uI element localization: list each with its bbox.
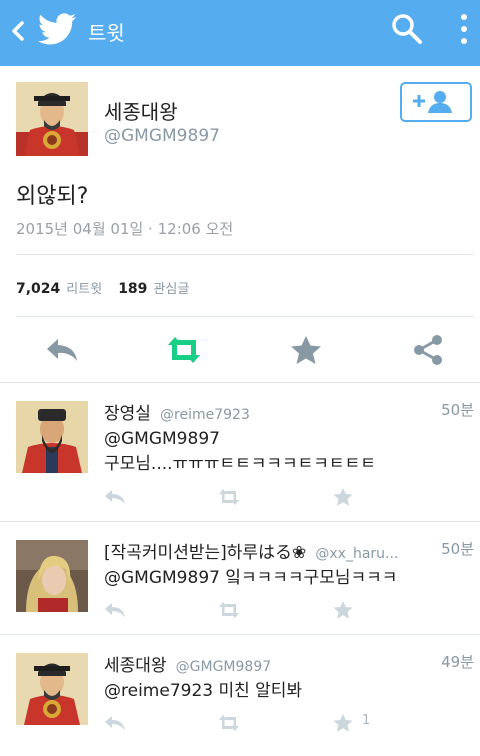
reply-header: [작곡커미션받는]하루はる❀ @xx_haru... 50분: [104, 538, 474, 563]
reply-author-name[interactable]: [작곡커미션받는]하루はる❀: [104, 543, 306, 563]
avatar[interactable]: [16, 82, 88, 156]
reply-time: 50분: [441, 401, 474, 419]
reply-icon[interactable]: [104, 713, 126, 733]
tweet-stats: 7,024 리트윗 189 관심글: [16, 278, 205, 297]
follow-user-icon: [413, 91, 452, 113]
reply-tweet[interactable]: 세종대왕 @GMGM9897 49분 @reime7923 미친 알티봐 1: [0, 635, 480, 756]
reply-text: @reime7923 미친 알티봐: [104, 679, 464, 704]
retweet-label: 리트윗: [66, 282, 103, 297]
divider: [16, 316, 474, 317]
star-icon[interactable]: [288, 334, 324, 366]
star-icon[interactable]: [332, 713, 354, 733]
retweet-icon[interactable]: [218, 713, 240, 733]
tweet-text: 외않되?: [16, 184, 89, 209]
reply-time: 50분: [441, 540, 474, 558]
reply-text-line: @reime7923 미친 알티봐: [104, 681, 303, 701]
screen-title: 트윗: [88, 21, 125, 45]
favorite-count[interactable]: 189: [118, 281, 147, 297]
retweet-icon[interactable]: [166, 334, 202, 366]
reply-author-name[interactable]: 세종대왕: [104, 656, 167, 676]
retweet-count[interactable]: 7,024: [16, 281, 60, 297]
reply-text: @GMGM9897 잌ㅋㅋㅋㅋ구모님ㅋㅋㅋ: [104, 566, 464, 591]
avatar[interactable]: [16, 540, 88, 612]
reply-tweet[interactable]: 장영실 @reime7923 50분 @GMGM9897 구모님....ㅠㅠㅠㅌ…: [0, 383, 480, 521]
reply-icon[interactable]: [44, 334, 80, 366]
retweet-icon[interactable]: [218, 487, 240, 507]
star-icon[interactable]: [332, 600, 354, 620]
avatar[interactable]: [16, 401, 88, 473]
reply-header: 장영실 @reime7923 50분: [104, 399, 474, 424]
follow-button[interactable]: [400, 82, 472, 122]
back-arrow-icon[interactable]: [6, 16, 32, 46]
reply-header: 세종대왕 @GMGM9897 49분: [104, 651, 474, 676]
reply-text-line: @GMGM9897 잌ㅋㅋㅋㅋ구모님ㅋㅋㅋ: [104, 568, 398, 588]
favorite-label: 관심글: [153, 282, 190, 297]
reply-icon[interactable]: [104, 487, 126, 507]
author-name[interactable]: 세종대왕: [104, 96, 178, 125]
reply-text-line: @GMGM9897: [104, 429, 220, 449]
star-icon[interactable]: [332, 487, 354, 507]
reply-text: @GMGM9897 구모님....ㅠㅠㅠㅌㅌㅋㅋㅋㅌㅋㅌㅌㅌ: [104, 427, 464, 477]
search-icon[interactable]: [390, 12, 424, 46]
divider: [16, 254, 474, 255]
reply-author-handle[interactable]: @reime7923: [160, 407, 250, 423]
reply-time: 49분: [441, 653, 474, 671]
reply-tweet[interactable]: [작곡커미션받는]하루はる❀ @xx_haru... 50분 @GMGM9897…: [0, 522, 480, 634]
reply-author-handle[interactable]: @GMGM9897: [176, 659, 271, 675]
reply-text-line: 구모님....ㅠㅠㅠㅌㅌㅋㅋㅋㅌㅋㅌㅌㅌ: [104, 454, 376, 474]
reply-icon[interactable]: [104, 600, 126, 620]
tweet-timestamp: 2015년 04월 01일 · 12:06 오전: [16, 220, 234, 238]
retweet-icon[interactable]: [218, 600, 240, 620]
reply-author-handle[interactable]: @xx_haru...: [315, 546, 398, 562]
share-icon[interactable]: [410, 334, 446, 366]
twitter-bird-icon: [38, 13, 77, 45]
avatar[interactable]: [16, 653, 88, 725]
app-header: 트윗: [0, 0, 480, 66]
reply-author-name[interactable]: 장영실: [104, 404, 151, 424]
author-handle[interactable]: @GMGM9897: [104, 126, 220, 146]
more-vertical-icon[interactable]: [452, 10, 476, 50]
favorite-count: 1: [362, 713, 371, 728]
